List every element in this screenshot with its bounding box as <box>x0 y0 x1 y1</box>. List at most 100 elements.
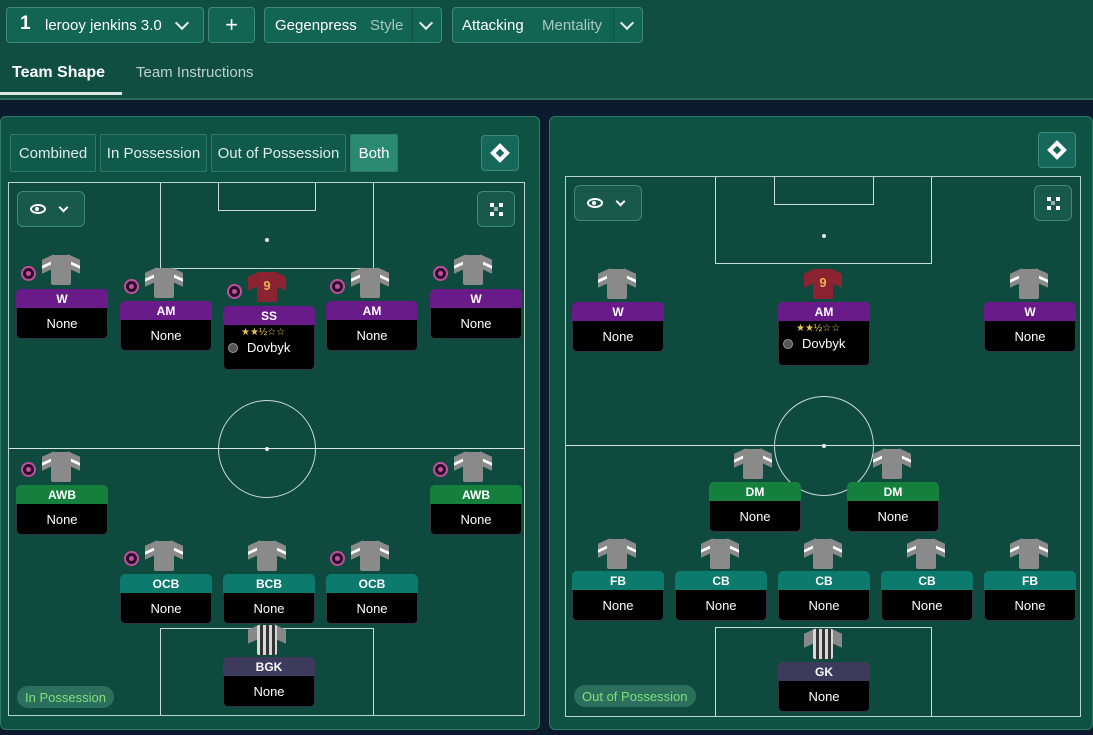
shirt-icon <box>701 538 739 569</box>
formation-grid-button[interactable] <box>1034 185 1072 221</box>
shirt-icon <box>145 540 183 571</box>
role-label: AWB <box>430 485 522 504</box>
add-tactic-button[interactable]: + <box>208 7 255 43</box>
shirt-icon <box>907 538 945 569</box>
player-name: None <box>984 321 1076 352</box>
tactic-name: lerooy jenkins 3.0 <box>45 17 162 34</box>
role-label: BGK <box>223 657 315 676</box>
style-label: Style <box>370 17 404 34</box>
penalty-spot <box>265 238 269 242</box>
player-name: None <box>223 676 315 707</box>
grid-icon <box>1047 197 1060 210</box>
player-slot[interactable]: CB None <box>675 571 767 621</box>
player-slot[interactable]: W None <box>16 289 108 339</box>
player-slot[interactable]: W None <box>572 302 664 352</box>
player-slot[interactable]: CB None <box>778 571 870 621</box>
pitch-settings-button[interactable] <box>481 135 519 171</box>
role-label: AM <box>326 301 418 320</box>
shirt-icon <box>804 628 842 659</box>
role-label: BCB <box>223 574 315 593</box>
avatar-icon <box>228 343 238 353</box>
player-slot[interactable]: GK None <box>778 662 870 712</box>
player-slot[interactable]: OCB None <box>326 574 418 624</box>
player-slot[interactable]: W None <box>430 289 522 339</box>
player-name: None <box>120 320 212 351</box>
player-name: None <box>120 593 212 624</box>
player-slot[interactable]: FB None <box>984 571 1076 621</box>
active-tab-indicator <box>0 92 122 95</box>
player-slot[interactable]: SS ★★½☆☆ Dovbyk <box>223 306 315 370</box>
visibility-dropdown[interactable] <box>574 185 642 221</box>
role-label: W <box>430 289 522 308</box>
player-slot[interactable]: DM None <box>847 482 939 532</box>
role-label: OCB <box>326 574 418 593</box>
player-slot[interactable]: AM None <box>120 301 212 351</box>
ball-icon <box>330 551 345 566</box>
role-label: DM <box>847 482 939 501</box>
tactic-selector[interactable]: 1 lerooy jenkins 3.0 <box>6 7 204 43</box>
role-label: FB <box>984 571 1076 590</box>
view-both-button[interactable]: Both <box>350 134 398 172</box>
chevron-down-icon[interactable] <box>418 15 434 31</box>
player-slot[interactable]: AWB None <box>430 485 522 535</box>
view-out-of-possession-button[interactable]: Out of Possession <box>211 134 346 172</box>
star-rating: ★★½☆☆ <box>241 327 286 338</box>
tab-team-shape[interactable]: Team Shape <box>12 64 105 82</box>
player-slot[interactable]: CB None <box>881 571 973 621</box>
chevron-down-icon[interactable] <box>174 15 190 31</box>
tactic-number: 1 <box>20 13 31 34</box>
visibility-dropdown[interactable] <box>17 191 85 227</box>
avatar-icon <box>783 339 793 349</box>
mentality-label: Mentality <box>542 17 603 34</box>
role-label: OCB <box>120 574 212 593</box>
in-possession-panel: Combined In Possession Out of Possession… <box>0 116 540 730</box>
player-slot[interactable]: AM None <box>326 301 418 351</box>
shirt-icon <box>42 254 80 285</box>
style-selector[interactable]: Gegenpress Style <box>264 7 442 43</box>
chevron-down-icon <box>58 202 69 212</box>
shirt-icon <box>248 624 286 655</box>
shirt-icon <box>734 448 772 479</box>
player-slot[interactable]: AWB None <box>16 485 108 535</box>
role-label: CB <box>675 571 767 590</box>
player-slot[interactable]: AM ★★½☆☆ Dovbyk <box>778 302 870 366</box>
pitch-settings-button[interactable] <box>1038 132 1076 168</box>
player-slot[interactable]: BGK None <box>223 657 315 707</box>
shirt-icon <box>454 451 492 482</box>
player-slot[interactable]: OCB None <box>120 574 212 624</box>
player-slot[interactable]: FB None <box>572 571 664 621</box>
shirt-icon <box>145 267 183 298</box>
player-name: None <box>881 590 973 621</box>
style-value: Gegenpress <box>275 17 357 34</box>
diamond-icon <box>490 143 510 163</box>
view-in-possession-button[interactable]: In Possession <box>100 134 207 172</box>
shirt-icon <box>598 268 636 299</box>
role-label: W <box>984 302 1076 321</box>
player-slot[interactable]: W None <box>984 302 1076 352</box>
star-rating: ★★½☆☆ <box>796 323 841 334</box>
player-name: None <box>430 504 522 535</box>
player-name: None <box>326 320 418 351</box>
ball-icon <box>124 279 139 294</box>
player-slot[interactable]: DM None <box>709 482 801 532</box>
ball-icon <box>21 462 36 477</box>
shirt-icon <box>1010 268 1048 299</box>
player-name: None <box>572 321 664 352</box>
mentality-selector[interactable]: Attacking Mentality <box>452 7 643 43</box>
mentality-value: Attacking <box>462 17 524 34</box>
formation-grid-button[interactable] <box>477 191 515 227</box>
divider <box>613 8 614 42</box>
shirt-icon <box>42 451 80 482</box>
player-name: None <box>326 593 418 624</box>
diamond-icon <box>1047 140 1067 160</box>
player-name: None <box>778 590 870 621</box>
shirt-icon: 9 <box>248 271 286 302</box>
player-name: None <box>16 504 108 535</box>
chevron-down-icon[interactable] <box>619 15 635 31</box>
shirt-icon <box>454 254 492 285</box>
centre-spot <box>822 444 826 448</box>
view-combined-button[interactable]: Combined <box>10 134 96 172</box>
player-slot[interactable]: BCB None <box>223 574 315 624</box>
tab-team-instructions[interactable]: Team Instructions <box>136 64 254 81</box>
shirt-icon <box>804 538 842 569</box>
